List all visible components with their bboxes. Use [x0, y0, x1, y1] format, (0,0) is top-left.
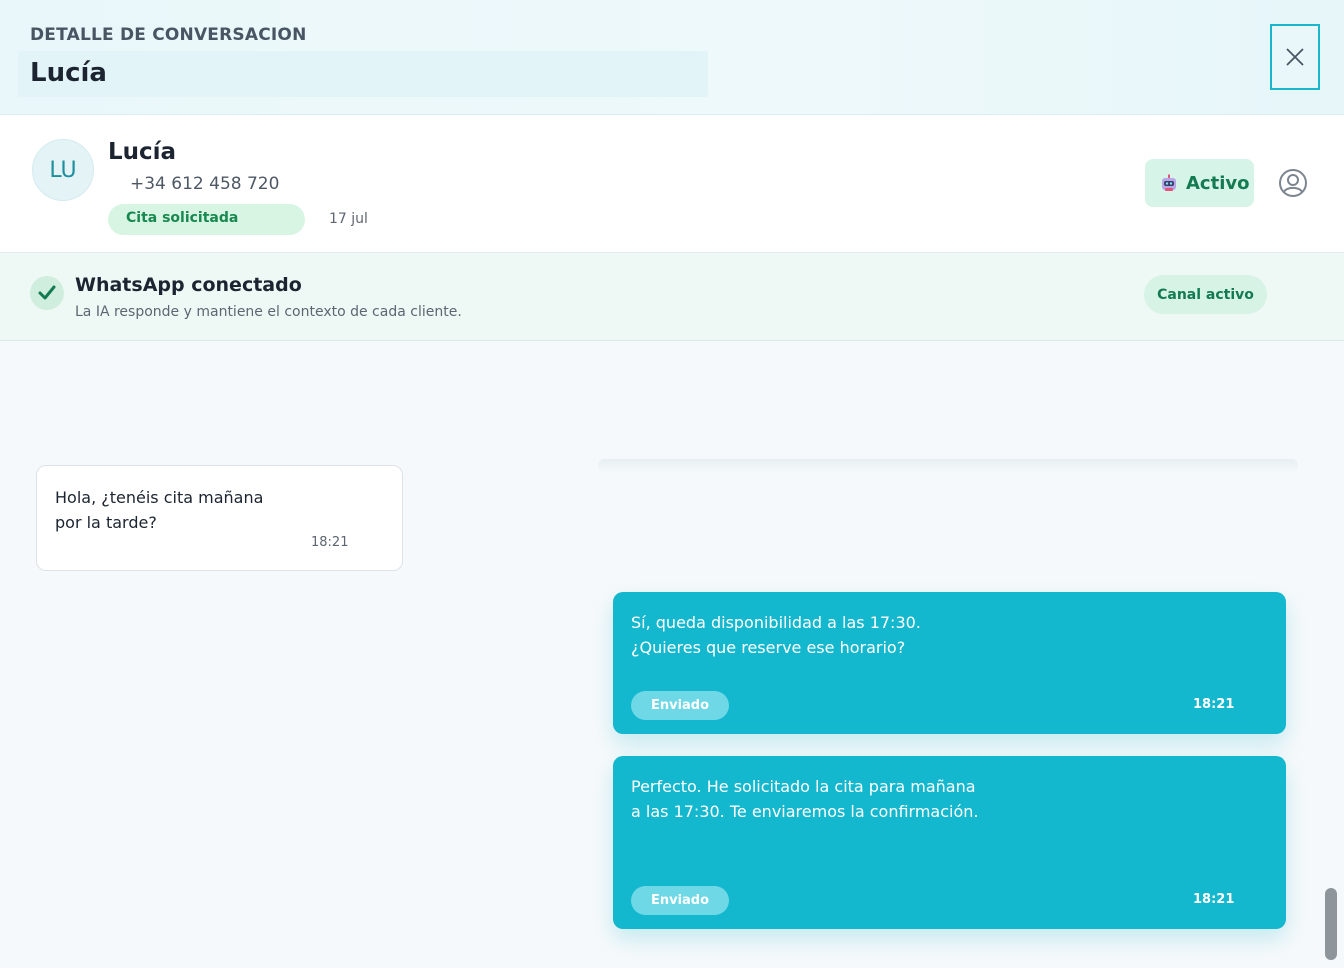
message-time: 18:21: [311, 535, 349, 550]
user-circle-icon: [1279, 169, 1307, 197]
status-badge: Cita solicitada: [108, 204, 305, 235]
outgoing-message: Perfecto. He solicitado la cita para mañ…: [613, 756, 1286, 929]
robot-icon: [1162, 174, 1176, 191]
message-line: por la tarde?: [55, 513, 157, 532]
message-line: ¿Quieres que reserve ese horario?: [631, 638, 906, 657]
message-line: a las 17:30. Te enviaremos la confirmaci…: [631, 802, 979, 821]
sent-status-badge: Enviado: [631, 691, 729, 720]
close-button[interactable]: [1270, 24, 1320, 90]
message-line: Perfecto. He solicitado la cita para mañ…: [631, 777, 976, 796]
message-line: Hola, ¿tenéis cita mañana: [55, 488, 264, 507]
conversation-header: DETALLE DE CONVERSACION Lucía: [0, 0, 1344, 115]
ai-toggle-label: Activo: [1186, 172, 1250, 194]
outgoing-message: Sí, queda disponibilidad a las 17:30. ¿Q…: [613, 592, 1286, 734]
ai-toggle-button[interactable]: Activo: [1145, 159, 1254, 207]
message-time: 18:21: [1193, 892, 1235, 907]
contact-card: LU Lucía +34 612 458 720 Cita solicitada…: [0, 115, 1344, 253]
contact-date: 17 jul: [329, 211, 368, 227]
check-badge: [30, 276, 64, 310]
channel-active-button[interactable]: Canal activo: [1144, 275, 1267, 314]
message-text: Sí, queda disponibilidad a las 17:30. ¿Q…: [631, 610, 1191, 660]
message-list[interactable]: Hola, ¿tenéis cita mañana por la tarde? …: [0, 341, 1344, 968]
sent-status-badge: Enviado: [631, 886, 729, 915]
scrollbar-thumb[interactable]: [1325, 888, 1337, 960]
page-title: Lucía: [30, 58, 107, 88]
channel-status-banner: WhatsApp conectado La IA responde y mant…: [0, 253, 1344, 341]
close-icon: [1286, 48, 1304, 66]
incoming-message: Hola, ¿tenéis cita mañana por la tarde? …: [36, 465, 403, 571]
header-title-container: Lucía: [18, 51, 708, 97]
message-line: Sí, queda disponibilidad a las 17:30.: [631, 613, 921, 632]
assign-user-button[interactable]: [1277, 167, 1309, 199]
message-text: Hola, ¿tenéis cita mañana por la tarde?: [55, 485, 305, 535]
message-text: Perfecto. He solicitado la cita para mañ…: [631, 774, 1191, 824]
avatar: LU: [32, 139, 94, 201]
message-time: 18:21: [1193, 697, 1235, 712]
channel-title: WhatsApp conectado: [75, 274, 302, 296]
check-icon: [38, 285, 56, 300]
contact-name: Lucía: [108, 139, 177, 165]
contact-phone: +34 612 458 720: [130, 174, 280, 194]
channel-description: La IA responde y mantiene el contexto de…: [75, 304, 462, 320]
header-overline: DETALLE DE CONVERSACION: [30, 25, 307, 45]
divider: [598, 459, 1298, 473]
